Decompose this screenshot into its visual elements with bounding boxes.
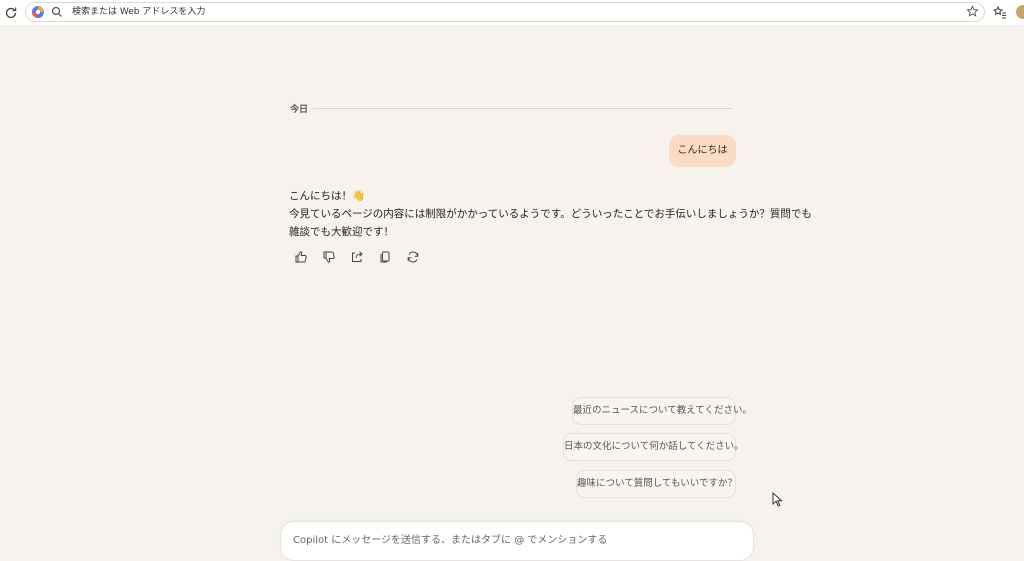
- composer-input[interactable]: Copilot にメッセージを送信する、またはタブに @ でメンションする: [293, 531, 607, 546]
- date-divider-label: 今日: [290, 105, 309, 115]
- search-icon: [51, 6, 62, 17]
- suggestion-chip[interactable]: 趣味について質問してもいいですか？: [576, 470, 737, 498]
- address-input[interactable]: 検索または Web アドレスを入力: [72, 6, 205, 18]
- copilot-logo-icon: [32, 6, 44, 18]
- thumbs-down-icon[interactable]: [322, 250, 336, 264]
- browser-toolbar: 検索または Web アドレスを入力: [0, 0, 1024, 25]
- reply-line: 今見ているページの内容には制限がかかっているようです。どういったことでお手伝いし…: [289, 208, 812, 220]
- reload-icon[interactable]: [3, 5, 19, 21]
- thumbs-up-icon[interactable]: [294, 250, 308, 264]
- message-composer[interactable]: Copilot にメッセージを送信する、またはタブに @ でメンションする: [280, 521, 754, 561]
- copy-icon[interactable]: [378, 250, 392, 264]
- suggestion-chip[interactable]: 日本の文化について何か話してください。: [563, 433, 744, 461]
- favorite-star-icon[interactable]: [966, 5, 979, 18]
- address-bar[interactable]: 検索または Web アドレスを入力: [25, 2, 985, 22]
- user-message-bubble: こんにちは: [669, 135, 736, 167]
- favorites-list-icon[interactable]: [993, 5, 1007, 19]
- assistant-reply: こんにちは！👋 今見ているページの内容には制限がかかっているようです。どういった…: [289, 187, 812, 241]
- suggestion-chip[interactable]: 最近のニュースについて教えてください。: [572, 397, 752, 425]
- date-divider-line: [313, 108, 732, 109]
- mouse-cursor-icon: [772, 492, 783, 507]
- profile-avatar[interactable]: [1016, 5, 1024, 19]
- regenerate-icon[interactable]: [406, 250, 420, 264]
- reply-line: 雑談でも大歓迎です！: [289, 226, 394, 238]
- share-icon[interactable]: [350, 250, 364, 264]
- reply-line: こんにちは！👋: [289, 190, 366, 202]
